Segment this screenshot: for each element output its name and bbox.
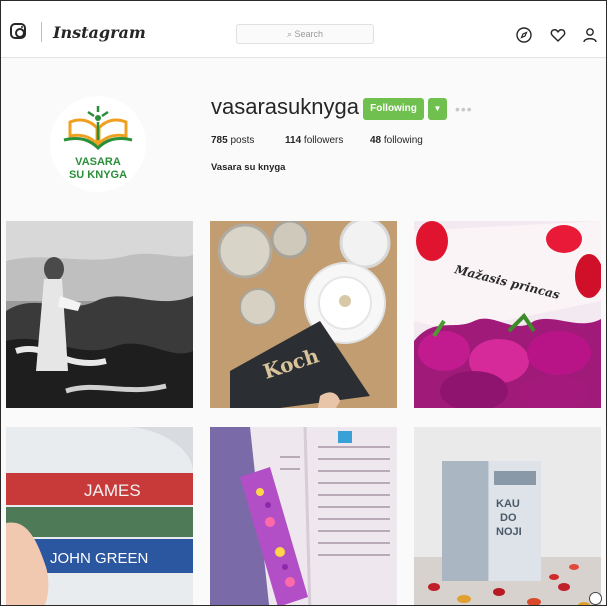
profile-full-name: Vasara su knyga	[211, 162, 286, 173]
followers-count-label: followers	[303, 135, 344, 146]
explore-compass-icon[interactable]	[516, 27, 532, 43]
search-icon: ⌕	[286, 29, 295, 39]
followers-count[interactable]: 114 followers	[285, 135, 343, 146]
posts-count-value: 785	[211, 135, 228, 146]
book-stack-photo: JAMES JOHN GREEN	[6, 427, 193, 605]
following-count[interactable]: 48 following	[370, 135, 423, 146]
posts-count: 785 posts	[211, 135, 254, 146]
hardcover-rose-petals-photo: KAU DO NOJI	[414, 427, 601, 605]
post-beach-reading[interactable]	[6, 221, 193, 408]
profile-avatar[interactable]: VASARA SU KNYGA	[50, 96, 146, 192]
top-nav-bar: Instagram ⌕ Search	[1, 1, 606, 58]
activity-heart-icon[interactable]	[550, 27, 566, 43]
following-count-label: following	[383, 135, 423, 146]
post-bookmark[interactable]	[210, 427, 397, 605]
tulips-book-photo: Mažasis princas	[414, 221, 601, 408]
koch-book-coffee-photo: Koch	[210, 221, 397, 408]
post-koch-book[interactable]: Koch	[210, 221, 397, 408]
post-hardcover[interactable]: KAU DO NOJI	[414, 427, 601, 605]
logo-text-line1: VASARA	[75, 156, 121, 168]
logo-text-line2: SU KNYGA	[68, 169, 128, 181]
more-options-icon[interactable]: •••	[455, 102, 473, 116]
hardcover-title-line1: KAU	[496, 498, 520, 510]
profile-username: vasarasuknyga	[211, 94, 359, 119]
instagram-window: Instagram ⌕ Search VASARA SU KNYGA vasar…	[0, 0, 607, 606]
book-spine-john-green: JOHN GREEN	[50, 550, 148, 567]
post-book-stack[interactable]: JAMES JOHN GREEN	[6, 427, 193, 605]
profile-person-icon[interactable]	[582, 27, 598, 43]
following-count-value: 48	[370, 135, 382, 146]
loading-indicator-icon	[589, 592, 602, 605]
following-button[interactable]: Following	[363, 98, 424, 120]
followers-count-value: 114	[285, 135, 302, 146]
beach-reading-photo	[6, 221, 193, 408]
instagram-glyph-icon[interactable]	[10, 23, 26, 39]
instagram-wordmark[interactable]: Instagram	[53, 23, 146, 42]
open-book-logo-icon	[63, 106, 133, 151]
hardcover-title-line2: DO	[500, 512, 517, 524]
search-placeholder: Search	[294, 29, 324, 39]
nav-divider	[41, 22, 42, 42]
posts-count-label: posts	[230, 135, 255, 146]
book-spine-james: JAMES	[84, 481, 141, 500]
bookmark-open-book-photo	[210, 427, 397, 605]
chevron-down-icon[interactable]: ▼	[428, 98, 447, 120]
hardcover-title-line3: NOJI	[496, 526, 522, 538]
search-input[interactable]: ⌕ Search	[236, 24, 374, 44]
post-tulips-book[interactable]: Mažasis princas	[414, 221, 601, 408]
